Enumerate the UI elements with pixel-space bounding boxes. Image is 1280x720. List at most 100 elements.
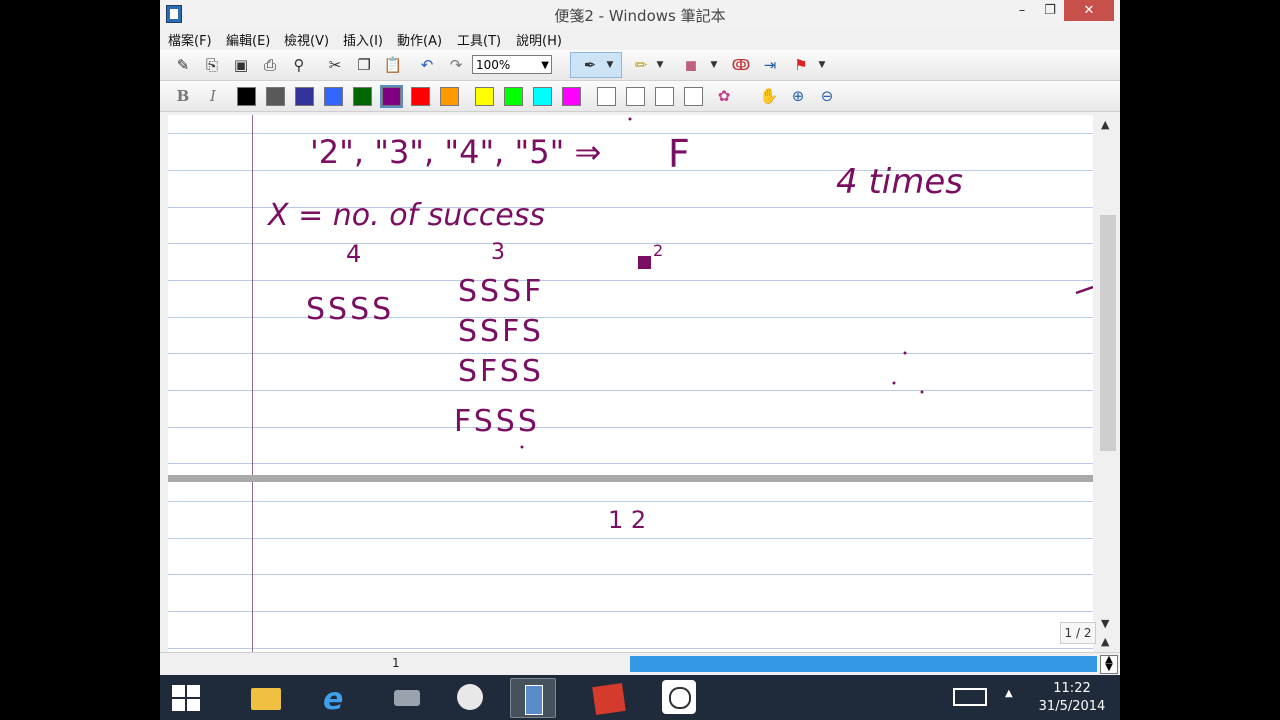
menu-edit[interactable]: 編輯(E) (226, 30, 270, 49)
color-swatch[interactable] (684, 87, 703, 106)
chevron-down-icon[interactable]: ▼ (708, 54, 720, 76)
color-swatch[interactable] (533, 87, 552, 106)
color-swatch[interactable] (597, 87, 616, 106)
start-button[interactable] (172, 685, 202, 711)
color-swatch[interactable] (655, 87, 674, 106)
italic-button[interactable]: I (202, 85, 224, 107)
ink-perm-sfss: SFSS (458, 354, 544, 389)
color-swatch[interactable] (626, 87, 645, 106)
ink-perm-sssf: SSSF (458, 274, 544, 309)
system-clock[interactable]: 11:22 31/5/2014 (1032, 680, 1112, 716)
chevron-down-icon[interactable]: ▼ (816, 54, 828, 76)
pen-icon: ✒ (583, 56, 597, 74)
menu-file[interactable]: 檔案(F) (168, 30, 212, 49)
new-note-icon[interactable]: ✎ (172, 54, 194, 76)
color-swatch[interactable] (440, 87, 459, 106)
scroll-up-icon[interactable]: ▲ (1101, 118, 1109, 131)
menu-actions[interactable]: 動作(A) (397, 30, 442, 49)
pan-icon[interactable]: ✋ (758, 85, 780, 107)
color-wheel-icon[interactable]: ✿ (713, 85, 735, 107)
file-explorer-icon[interactable] (243, 678, 289, 718)
color-swatch[interactable] (411, 87, 430, 106)
handwriting-ink-page-2: 1 2 (608, 506, 646, 534)
highlighter-icon[interactable]: ✏ (630, 54, 652, 76)
page-nav-icon[interactable]: ▲ ▼ (1100, 655, 1118, 674)
status-bar: 1 ▲ ▼ (160, 652, 1120, 675)
chevron-down-icon: ▼ (606, 60, 614, 70)
vertical-scrollbar[interactable]: ▲ ▼ ▲ (1098, 115, 1118, 652)
color-swatch[interactable] (353, 87, 372, 106)
eraser-icon[interactable]: ◼ (680, 54, 702, 76)
chevron-down-icon: ▼ (541, 60, 549, 71)
ink-line-outcomes: '2", "3", "4", "5" ⇒ (310, 133, 601, 171)
note-page-1[interactable]: '2", "3", "4", "5" ⇒ F 4 times X = no. o… (168, 115, 1093, 475)
geogebra-icon[interactable] (656, 678, 702, 718)
flag-icon[interactable]: ⚑ (790, 54, 812, 76)
page-up-icon[interactable]: ▲ (1101, 635, 1109, 648)
standard-toolbar: ✎ ⎘ ▣ ⎙ ⚲ ✂ ❐ 📋 ↶ ↷ 100% ▼ ✒ ▼ ✏ ▼ ◼ ▼ ↂ… (160, 50, 1120, 81)
menu-tools[interactable]: 工具(T) (457, 30, 501, 49)
color-swatch[interactable] (380, 85, 403, 108)
format-toolbar: B I ✿ ✋ ⊕ ⊖ (160, 81, 1120, 112)
redo-icon[interactable]: ↷ (445, 54, 467, 76)
zoom-select[interactable]: 100% ▼ (472, 55, 552, 74)
color-swatch[interactable] (475, 87, 494, 106)
page-separator (168, 475, 1093, 482)
journal-icon[interactable] (510, 678, 556, 718)
zoom-out-icon[interactable]: ⊖ (816, 85, 838, 107)
keyboard-icon[interactable] (953, 688, 987, 706)
insert-space-icon[interactable]: ⇥ (759, 54, 781, 76)
clock-date: 31/5/2014 (1038, 699, 1106, 714)
status-progress (630, 656, 1097, 672)
menu-help[interactable]: 說明(H) (516, 30, 562, 49)
color-swatch[interactable] (266, 87, 285, 106)
color-swatch[interactable] (295, 87, 314, 106)
ink-col-four: 4 (346, 240, 361, 268)
color-swatch[interactable] (324, 87, 343, 106)
save-icon[interactable]: ▣ (230, 54, 252, 76)
chevron-down-icon[interactable]: ▼ (654, 54, 666, 76)
note-page-2[interactable]: 1 2 (168, 482, 1093, 652)
scroll-thumb[interactable] (1100, 215, 1116, 451)
internet-explorer-icon[interactable]: e (311, 678, 357, 718)
show-hidden-icons-icon[interactable]: ▲ (1005, 688, 1013, 699)
draw-tool-icon[interactable] (447, 678, 493, 718)
undo-icon[interactable]: ↶ (416, 54, 438, 76)
status-page-number: 1 (392, 656, 400, 670)
title-bar: 便箋2 - Windows 筆記本 – ❐ ✕ (160, 0, 1120, 28)
find-icon[interactable]: ⚲ (288, 54, 310, 76)
print-icon[interactable]: ⎙ (259, 54, 281, 76)
cut-icon[interactable]: ✂ (324, 54, 346, 76)
menu-view[interactable]: 檢視(V) (284, 30, 329, 49)
copy-icon[interactable]: ❐ (353, 54, 375, 76)
paste-icon[interactable]: 📋 (382, 54, 404, 76)
zoom-in-icon[interactable]: ⊕ (787, 85, 809, 107)
clock-time: 11:22 (1053, 681, 1091, 696)
scroll-down-icon[interactable]: ▼ (1101, 617, 1109, 630)
ink-perm-ssfs: SSFS (458, 314, 544, 349)
color-swatch[interactable] (504, 87, 523, 106)
restore-button[interactable]: ❐ (1036, 0, 1064, 21)
color-swatch[interactable] (562, 87, 581, 106)
minimize-button[interactable]: – (1008, 0, 1036, 21)
menu-insert[interactable]: 插入(I) (343, 30, 383, 49)
journal-window: 便箋2 - Windows 筆記本 – ❐ ✕ 檔案(F) 編輯(E) 檢視(V… (160, 0, 1120, 675)
network-tool-icon[interactable] (384, 678, 430, 718)
ink-f-big: F (668, 132, 690, 176)
ink-one-two: 1 2 (608, 506, 646, 534)
ink-ssss: SSSS (306, 292, 394, 327)
color-swatch[interactable] (237, 87, 256, 106)
lasso-icon[interactable]: ↂ (730, 54, 752, 76)
pen-cursor (638, 256, 651, 269)
new-page-icon[interactable]: ⎘ (201, 54, 223, 76)
handwriting-ink: '2", "3", "4", "5" ⇒ F 4 times X = no. o… (266, 117, 1093, 449)
presentation-icon[interactable] (586, 678, 632, 718)
ink-x-definition: X = no. of success (266, 198, 545, 233)
ink-superscript-two: 2 (653, 241, 663, 260)
close-button[interactable]: ✕ (1064, 0, 1114, 21)
ink-perm-fsss: FSSS (454, 404, 540, 439)
bold-button[interactable]: B (172, 85, 194, 107)
page-indicator: 1 / 2 (1060, 622, 1096, 644)
taskbar: e ▲ 11:22 31/5/2014 (160, 675, 1120, 720)
pen-button[interactable]: ✒ ▼ (570, 52, 622, 78)
